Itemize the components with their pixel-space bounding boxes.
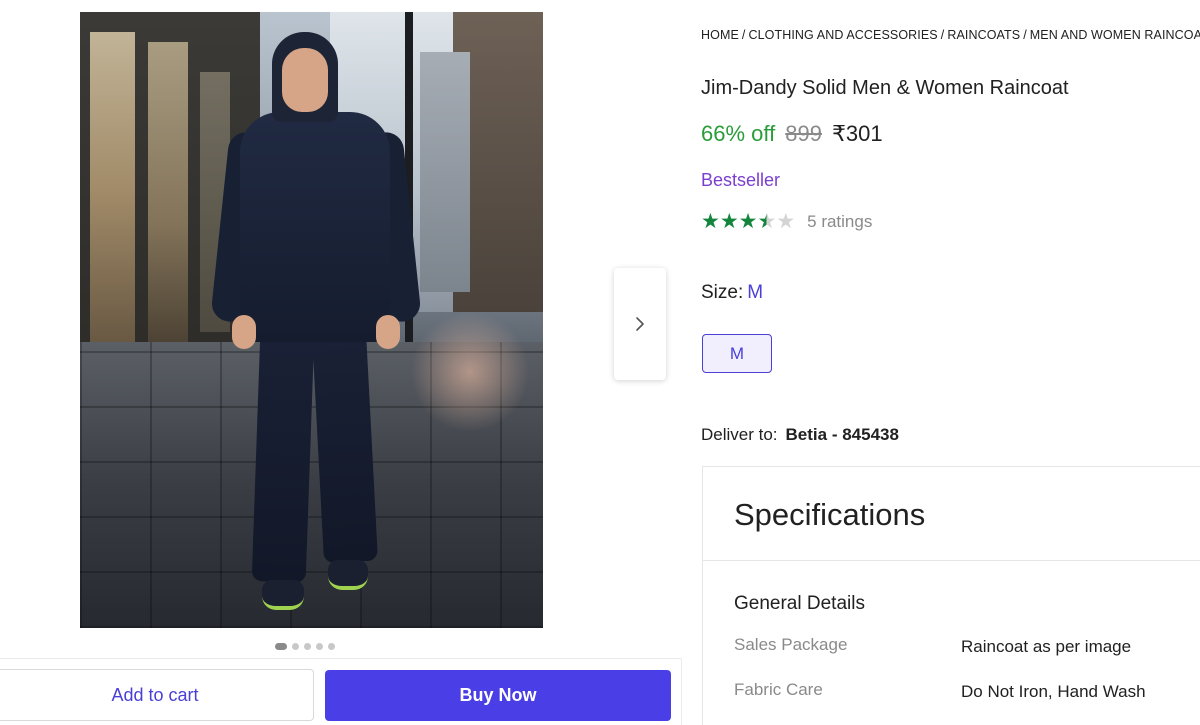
selected-size: M xyxy=(747,282,764,303)
spec-group-title: General Details xyxy=(734,593,865,614)
spec-value: Raincoat as per image xyxy=(961,637,1132,656)
star-rating: ★ ★ ★ ★ ★ xyxy=(701,211,795,232)
model-leg xyxy=(251,331,315,583)
carousel-dot[interactable] xyxy=(304,643,311,650)
model-hand xyxy=(232,315,256,349)
size-option-m[interactable]: M xyxy=(702,334,772,373)
star-empty-icon: ★ xyxy=(776,210,796,233)
image-window xyxy=(148,42,188,342)
carousel-dot[interactable] xyxy=(316,643,323,650)
model-face xyxy=(282,48,328,112)
delivery-pincode[interactable]: Betia - 845438 xyxy=(786,425,899,444)
spec-key: Sales Package xyxy=(734,635,848,654)
size-label-text: Size: xyxy=(701,282,744,303)
carousel-dot[interactable] xyxy=(275,643,287,650)
star-full-icon: ★ xyxy=(719,210,739,233)
star-full-icon: ★ xyxy=(738,210,758,233)
spec-key: Fabric Care xyxy=(734,680,823,699)
breadcrumb: HOME / CLOTHING AND ACCESSORIES / RAINCOATS /… xyxy=(701,28,1200,42)
add-to-cart-button[interactable]: Add to cart xyxy=(0,669,314,721)
image-light-reflection xyxy=(410,312,530,432)
breadcrumb-item[interactable]: HOME xyxy=(701,28,739,42)
star-full-icon: ★ xyxy=(701,210,720,233)
discount-percent: 66% off xyxy=(701,121,776,146)
ratings-count[interactable]: 5 ratings xyxy=(807,212,872,232)
buy-now-button[interactable]: Buy Now xyxy=(325,670,671,721)
model-hand xyxy=(376,315,400,349)
carousel-dots xyxy=(275,643,335,650)
selling-price: ₹301 xyxy=(831,121,883,146)
spec-value: Do Not Iron, Hand Wash xyxy=(961,682,1146,701)
bestseller-badge: Bestseller xyxy=(701,170,781,190)
specifications-card: Specifications General Details Sales Pac… xyxy=(702,466,1200,725)
deliver-label: Deliver to: xyxy=(701,425,778,444)
size-label: Size: M xyxy=(701,282,763,304)
delivery-location[interactable]: Deliver to: Betia - 845438 xyxy=(701,425,899,445)
carousel-dot[interactable] xyxy=(328,643,335,650)
specifications-header: Specifications xyxy=(703,467,1200,561)
next-image-button[interactable] xyxy=(614,268,666,380)
model-raincoat xyxy=(240,112,390,342)
model-leg xyxy=(312,330,378,564)
star-half-icon: ★ xyxy=(757,210,777,233)
breadcrumb-item[interactable]: CLOTHING AND ACCESSORIES xyxy=(748,28,937,42)
original-price: 899 xyxy=(785,121,822,146)
rating-row[interactable]: ★ ★ ★ ★ ★ 5 ratings xyxy=(701,211,872,232)
image-building xyxy=(420,52,470,292)
breadcrumb-item[interactable]: RAINCOATS xyxy=(947,28,1020,42)
specifications-title: Specifications xyxy=(734,497,926,532)
chevron-right-icon xyxy=(636,317,644,331)
carousel-dot[interactable] xyxy=(292,643,299,650)
image-window xyxy=(90,32,135,352)
price-row: 66% off 899 ₹301 xyxy=(701,121,883,147)
product-image[interactable] xyxy=(80,12,543,628)
model-shoe xyxy=(262,580,304,610)
model-shoe xyxy=(328,560,368,590)
product-title: Jim-Dandy Solid Men & Women Raincoat xyxy=(701,77,1069,99)
breadcrumb-item[interactable]: MEN AND WOMEN RAINCOATS xyxy=(1030,28,1200,42)
image-model xyxy=(210,32,422,622)
